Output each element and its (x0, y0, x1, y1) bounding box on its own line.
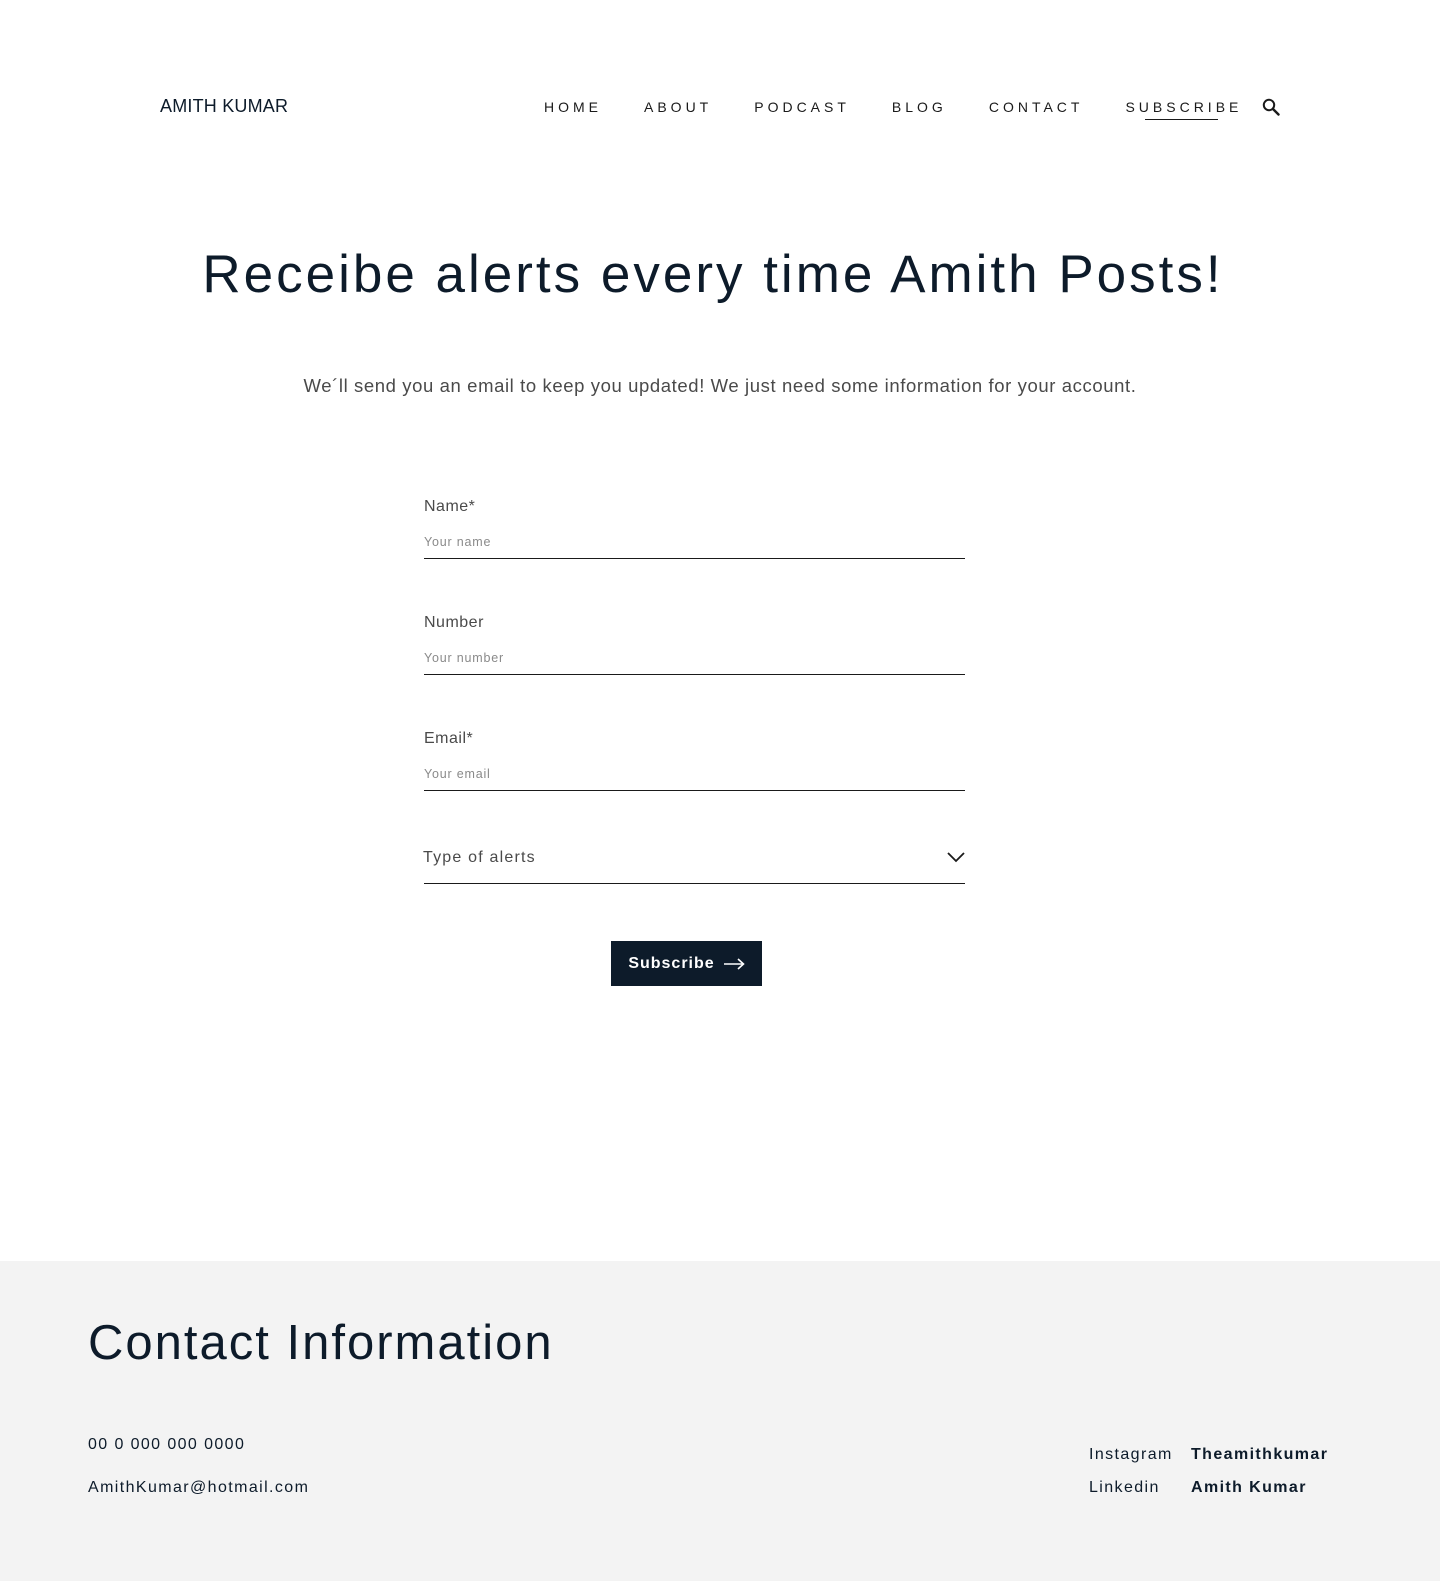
number-label: Number (424, 614, 484, 631)
alert-type-value: Type of alerts (423, 849, 536, 866)
contact-email[interactable]: AmithKumar@hotmail.com (88, 1479, 309, 1497)
site-header: AMITH KUMAR HOME ABOUT PODCAST BLOG CONT… (0, 0, 1440, 215)
main-nav: HOME ABOUT PODCAST BLOG CONTACT SUBSCRIB… (544, 99, 1284, 120)
site-logo[interactable]: AMITH KUMAR (160, 96, 288, 117)
arrow-right-icon (723, 957, 745, 970)
subscribe-form: Name* Number Email* Type of alerts (423, 498, 965, 884)
number-input[interactable] (424, 647, 965, 675)
social-label-instagram: Instagram (1089, 1446, 1173, 1463)
nav-contact[interactable]: CONTACT (989, 99, 1084, 115)
page-title: Receibe alerts every time Amith Posts! (202, 245, 1224, 304)
social-row-instagram: Instagram Theamithkumar (1089, 1446, 1328, 1464)
nav-blog[interactable]: BLOG (892, 99, 947, 115)
social-handle-linkedin[interactable]: Amith Kumar (1191, 1479, 1307, 1497)
nav-podcast[interactable]: PODCAST (754, 99, 850, 115)
page-subtitle: We´ll send you an email to keep you upda… (303, 375, 1137, 396)
email-field-group: Email* (424, 730, 965, 840)
contact-phone: 00 0 000 000 0000 (88, 1436, 246, 1453)
social-label-linkedin: Linkedin (1089, 1479, 1160, 1496)
name-label: Name* (424, 498, 476, 515)
footer-title: Contact Information (88, 1316, 554, 1370)
name-field-group: Name* (424, 498, 965, 614)
nav-subscribe[interactable]: SUBSCRIBE (1125, 99, 1242, 120)
subscribe-button[interactable]: Subscribe (611, 941, 762, 986)
site-footer: Contact Information 00 0 000 000 0000 Am… (0, 1261, 1440, 1581)
social-row-linkedin: Linkedin Amith Kumar (1089, 1479, 1307, 1497)
email-input[interactable] (424, 763, 965, 791)
social-handle-instagram[interactable]: Theamithkumar (1191, 1446, 1328, 1464)
name-input[interactable] (424, 531, 965, 559)
number-field-group: Number (424, 614, 965, 730)
nav-home[interactable]: HOME (544, 99, 602, 115)
alert-type-select[interactable]: Type of alerts (423, 840, 965, 884)
subscribe-button-label: Subscribe (628, 954, 715, 972)
search-icon[interactable] (1262, 98, 1280, 116)
email-label: Email* (424, 730, 474, 747)
chevron-down-icon (947, 852, 965, 863)
nav-about[interactable]: ABOUT (644, 99, 712, 115)
